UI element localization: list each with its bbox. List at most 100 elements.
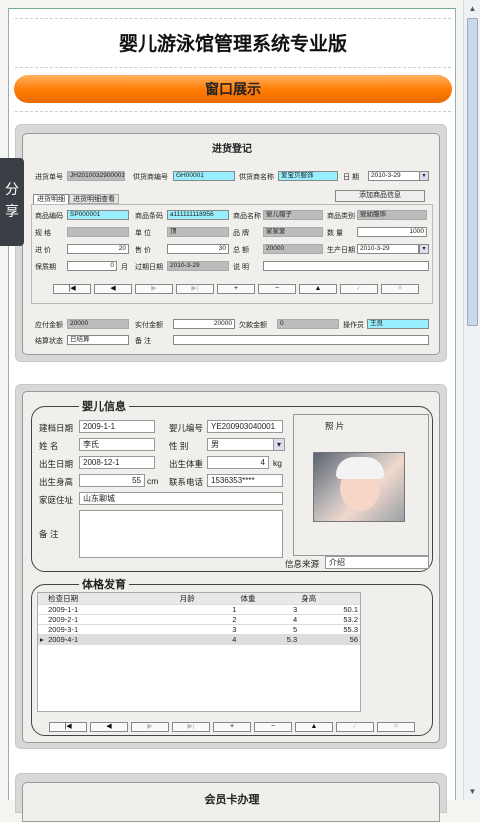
barcode-field[interactable]: a111111118956	[167, 210, 229, 220]
table-row[interactable]: ▸ 2009-4-1 4 5.3 56	[38, 634, 360, 645]
table-row[interactable]: 2009-1-1 1 3 50.1	[38, 604, 360, 615]
weight-label: 出生体重	[169, 459, 204, 469]
weight-unit: kg	[273, 458, 282, 468]
section-banner: 窗口展示	[14, 75, 452, 103]
source-field[interactable]: 介绍	[325, 556, 429, 569]
next-record-button[interactable]: ▶	[131, 722, 169, 732]
brand-field[interactable]: 家家爱	[263, 227, 323, 237]
code-field[interactable]: SP000001	[67, 210, 129, 220]
category-field[interactable]: 婴幼服饰	[357, 210, 427, 220]
name-label: 商品名称	[233, 213, 261, 220]
first-record-button[interactable]: |◀	[53, 284, 91, 294]
address-field[interactable]: 山东聊城	[79, 492, 283, 505]
baby-no-field[interactable]: YE200903040001	[207, 420, 283, 433]
purchase-title: 进货登记	[212, 144, 252, 155]
remark-field[interactable]	[173, 335, 429, 345]
cost-field[interactable]: 20	[67, 244, 129, 254]
prev-record-button[interactable]: ◀	[90, 722, 128, 732]
page-content: 婴儿游泳馆管理系统专业版 窗口展示 进货登记 进货单号 JH2010032900…	[8, 8, 456, 822]
code-label: 商品编码	[35, 213, 63, 220]
scrollbar-thumb[interactable]	[467, 18, 478, 326]
delete-record-button[interactable]: −	[254, 722, 292, 732]
qty-field[interactable]: 1000	[357, 227, 427, 237]
expire-field[interactable]: 2010-3-29	[167, 261, 229, 271]
birth-field[interactable]: 2008-12-1	[79, 456, 155, 469]
shelf-field[interactable]: 0	[67, 261, 117, 271]
last-record-button[interactable]: ▶|	[176, 284, 214, 294]
row-pointer-icon: ▸	[38, 634, 47, 645]
edit-record-button[interactable]: ▲	[295, 722, 333, 732]
unit-field[interactable]: 顶	[167, 227, 229, 237]
address-label: 家庭住址	[39, 495, 74, 505]
member-window: 会员卡办理	[22, 782, 440, 822]
chevron-down-icon[interactable]: ▾	[273, 438, 285, 451]
file-date-label: 建档日期	[39, 423, 74, 433]
spec-field[interactable]	[67, 227, 129, 237]
scroll-down-icon[interactable]: ▼	[467, 786, 478, 797]
paid-label: 实付金额	[135, 322, 163, 329]
payable-label: 应付金额	[35, 322, 63, 329]
baby-hat	[336, 457, 384, 479]
row-weight: 5	[238, 624, 300, 635]
save-record-button[interactable]: ✓	[336, 722, 374, 732]
row-month: 3	[177, 624, 239, 635]
gender-select[interactable]: 男	[207, 438, 283, 451]
mfg-label: 生产日期	[327, 247, 355, 254]
scrollbar[interactable]: ▲ ▼	[463, 0, 480, 800]
total-field[interactable]: 20000	[263, 244, 323, 254]
order-no-field[interactable]: JH2010032900001	[67, 171, 125, 181]
prev-record-button[interactable]: ◀	[94, 284, 132, 294]
mfg-field[interactable]: 2010-3-29	[357, 244, 419, 254]
supplier-name-label: 供货商名称	[239, 174, 274, 181]
save-record-button[interactable]: ✓	[340, 284, 378, 294]
paid-field[interactable]: 20000	[173, 319, 235, 329]
table-row[interactable]: 2009-2-1 2 4 53.2	[38, 614, 360, 625]
tab-purchase-detail[interactable]: 进货明细	[33, 194, 69, 204]
add-record-button[interactable]: +	[217, 284, 255, 294]
growth-nav-bar: |◀ ◀ ▶ ▶| + − ▲ ✓ ✕	[49, 722, 415, 732]
name-field[interactable]: 李氏	[79, 438, 155, 451]
weight-field[interactable]: 4	[207, 456, 269, 469]
qty-label: 数 量	[327, 230, 343, 237]
first-record-button[interactable]: |◀	[49, 722, 87, 732]
supplier-no-label: 供货商编号	[133, 174, 168, 181]
purchase-nav-bar: |◀ ◀ ▶ ▶| + − ▲ ✓ ✕	[53, 284, 419, 294]
add-product-button[interactable]: 添加商品信息	[335, 190, 425, 202]
payable-field[interactable]: 20000	[67, 319, 129, 329]
height-field[interactable]: 55	[79, 474, 145, 487]
note-label: 说 明	[233, 264, 249, 271]
chevron-down-icon[interactable]: ▾	[419, 171, 429, 181]
baby-no-label: 婴儿编号	[169, 423, 204, 433]
last-record-button[interactable]: ▶|	[172, 722, 210, 732]
date-label: 日 期	[343, 174, 359, 181]
member-title: 会员卡办理	[204, 794, 260, 806]
chevron-down-icon[interactable]: ▾	[419, 244, 429, 254]
column-header: 检查日期	[46, 593, 178, 605]
file-date-field[interactable]: 2009-1-1	[79, 420, 155, 433]
cancel-record-button[interactable]: ✕	[377, 722, 415, 732]
brand-label: 品 牌	[233, 230, 249, 237]
row-month: 2	[177, 614, 239, 625]
cancel-record-button[interactable]: ✕	[381, 284, 419, 294]
supplier-no-field[interactable]: GH00001	[173, 171, 235, 181]
remark-field[interactable]	[79, 510, 283, 558]
baby-photo	[313, 452, 405, 522]
supplier-name-field[interactable]: 爱宝贝服饰	[278, 171, 338, 181]
name-field[interactable]: 婴儿帽子	[263, 210, 323, 220]
share-button[interactable]: 分享	[0, 158, 24, 246]
note-field[interactable]	[263, 261, 429, 271]
tab-purchase-detail-view[interactable]: 进货明细查看	[69, 194, 119, 204]
phone-field[interactable]: 1536353****	[207, 474, 283, 487]
price-label: 售 价	[135, 247, 151, 254]
delete-record-button[interactable]: −	[258, 284, 296, 294]
debt-field[interactable]: 0	[277, 319, 339, 329]
operator-field[interactable]: 王良	[367, 319, 429, 329]
add-record-button[interactable]: +	[213, 722, 251, 732]
next-record-button[interactable]: ▶	[135, 284, 173, 294]
edit-record-button[interactable]: ▲	[299, 284, 337, 294]
table-row[interactable]: 2009-3-1 3 5 55.3	[38, 624, 360, 635]
scroll-up-icon[interactable]: ▲	[467, 3, 478, 14]
row-date: 2009-1-1	[46, 604, 178, 615]
price-field[interactable]: 30	[167, 244, 229, 254]
status-select[interactable]: 已结算	[67, 335, 129, 345]
